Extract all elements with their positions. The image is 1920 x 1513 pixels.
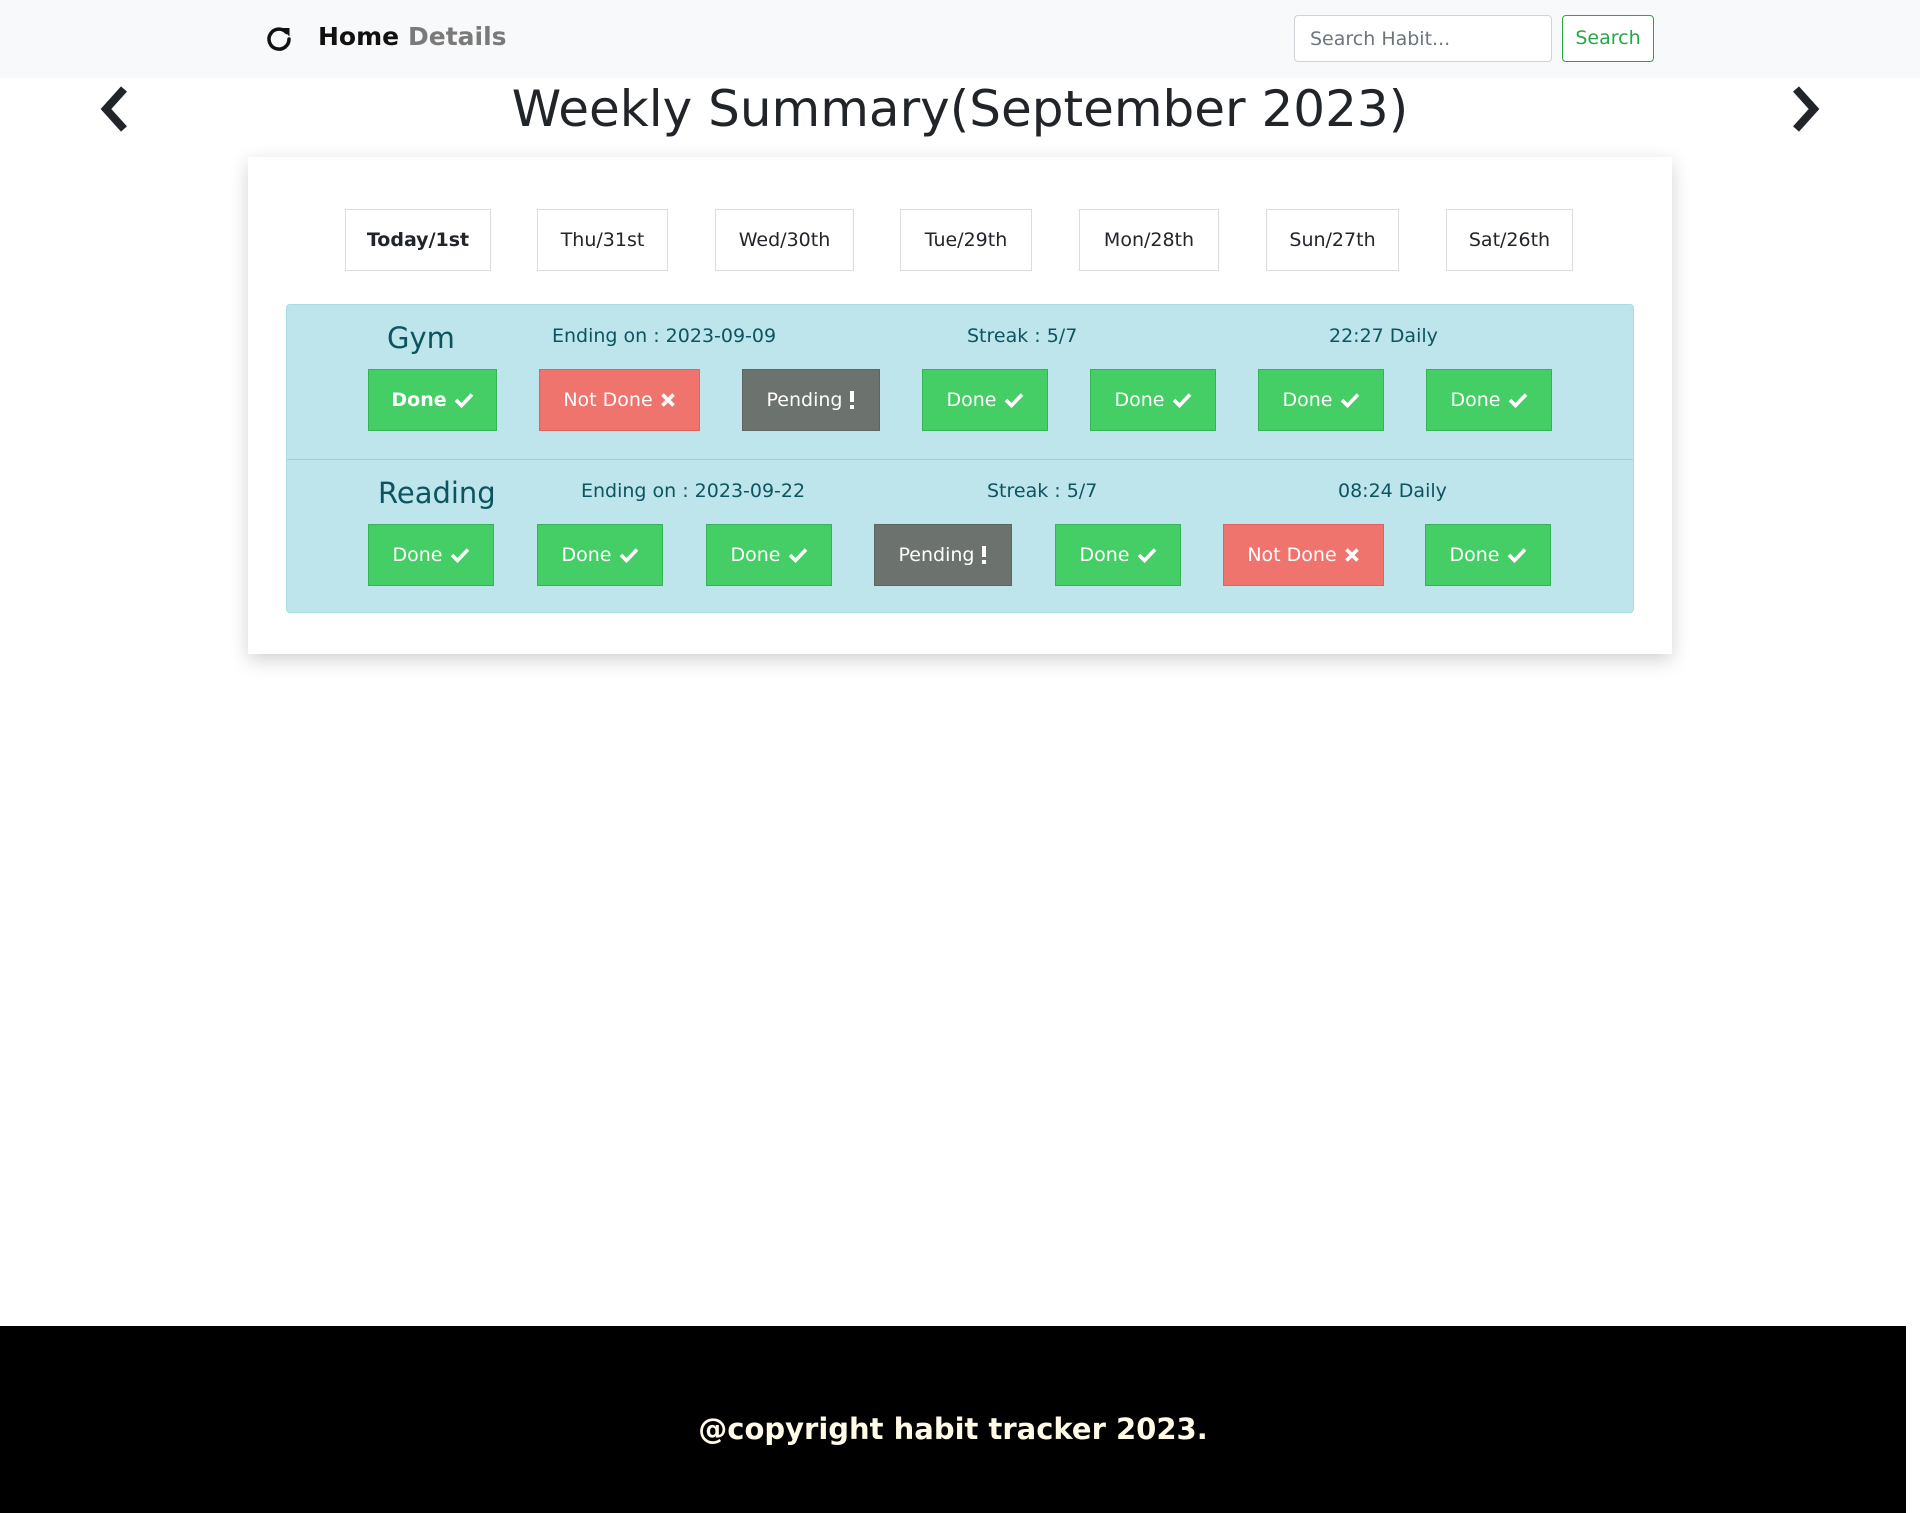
status-button[interactable]: Done xyxy=(1258,369,1384,431)
status-button[interactable]: Done xyxy=(1090,369,1216,431)
nav-home-link[interactable]: Home xyxy=(318,22,399,51)
habit-ending-date: Ending on : 2023-09-22 xyxy=(581,480,806,502)
weekly-summary-card: Today/1st Thu/31st Wed/30th Tue/29th Mon… xyxy=(248,157,1672,654)
habit-schedule: 22:27 Daily xyxy=(1329,325,1438,347)
check-icon xyxy=(1004,392,1024,408)
check-icon xyxy=(1137,547,1157,563)
status-label: Done xyxy=(1282,389,1333,411)
habit-streak: Streak : 5/7 xyxy=(987,480,1098,502)
day-tab-tue[interactable]: Tue/29th xyxy=(900,209,1032,271)
status-label: Pending xyxy=(898,544,975,566)
day-tab-sun[interactable]: Sun/27th xyxy=(1266,209,1399,271)
status-button[interactable]: Not Done xyxy=(539,369,700,431)
status-label: Done xyxy=(1450,389,1501,411)
status-label: Done xyxy=(1079,544,1130,566)
check-icon xyxy=(1507,547,1527,563)
status-button[interactable]: Done xyxy=(1055,524,1181,586)
status-button[interactable]: Done xyxy=(706,524,832,586)
status-button[interactable]: Done xyxy=(1425,524,1551,586)
check-icon xyxy=(1172,392,1192,408)
status-label: Not Done xyxy=(1247,544,1337,566)
status-button[interactable]: Done xyxy=(537,524,663,586)
status-label: Done xyxy=(946,389,997,411)
status-button[interactable]: Done xyxy=(922,369,1048,431)
day-tab-thu[interactable]: Thu/31st xyxy=(537,209,668,271)
habit-name: Reading xyxy=(378,476,496,510)
x-icon xyxy=(660,392,676,408)
day-tab-today[interactable]: Today/1st xyxy=(345,209,491,271)
habit-name: Gym xyxy=(387,321,455,355)
check-icon xyxy=(619,547,639,563)
habit-schedule: 08:24 Daily xyxy=(1338,480,1447,502)
check-icon xyxy=(788,547,808,563)
check-icon xyxy=(454,392,474,408)
status-label: Done xyxy=(391,389,447,411)
status-label: Done xyxy=(561,544,612,566)
check-icon xyxy=(1508,392,1528,408)
day-tab-sat[interactable]: Sat/26th xyxy=(1446,209,1573,271)
status-label: Done xyxy=(730,544,781,566)
footer-copyright: @copyright habit tracker 2023. xyxy=(698,1412,1208,1446)
habit-divider xyxy=(287,459,1633,460)
search-input[interactable] xyxy=(1294,15,1552,62)
status-label: Pending xyxy=(766,389,843,411)
refresh-icon[interactable] xyxy=(264,24,294,54)
day-tab-wed[interactable]: Wed/30th xyxy=(715,209,854,271)
search-button[interactable]: Search xyxy=(1562,15,1654,62)
status-label: Done xyxy=(1114,389,1165,411)
status-button[interactable]: Done xyxy=(368,524,494,586)
navbar: Home Details Search xyxy=(0,0,1920,78)
status-button[interactable]: Pending xyxy=(874,524,1012,586)
status-button[interactable]: Pending xyxy=(742,369,880,431)
footer: @copyright habit tracker 2023. xyxy=(0,1326,1906,1513)
exclamation-icon xyxy=(849,391,855,409)
nav-details-link[interactable]: Details xyxy=(408,22,507,51)
exclamation-icon xyxy=(981,546,987,564)
habit-ending-date: Ending on : 2023-09-09 xyxy=(552,325,777,347)
status-button[interactable]: Not Done xyxy=(1223,524,1384,586)
check-icon xyxy=(1340,392,1360,408)
x-icon xyxy=(1344,547,1360,563)
habit-streak: Streak : 5/7 xyxy=(967,325,1078,347)
status-label: Done xyxy=(1449,544,1500,566)
status-button[interactable]: Done xyxy=(1426,369,1552,431)
check-icon xyxy=(450,547,470,563)
status-label: Done xyxy=(392,544,443,566)
page-title: Weekly Summary(September 2023) xyxy=(511,80,1409,138)
chevron-right-icon[interactable] xyxy=(1784,84,1824,134)
habits-list: Gym Ending on : 2023-09-09 Streak : 5/7 … xyxy=(286,304,1634,613)
status-label: Not Done xyxy=(563,389,653,411)
day-tab-mon[interactable]: Mon/28th xyxy=(1079,209,1219,271)
status-button[interactable]: Done xyxy=(368,369,497,431)
